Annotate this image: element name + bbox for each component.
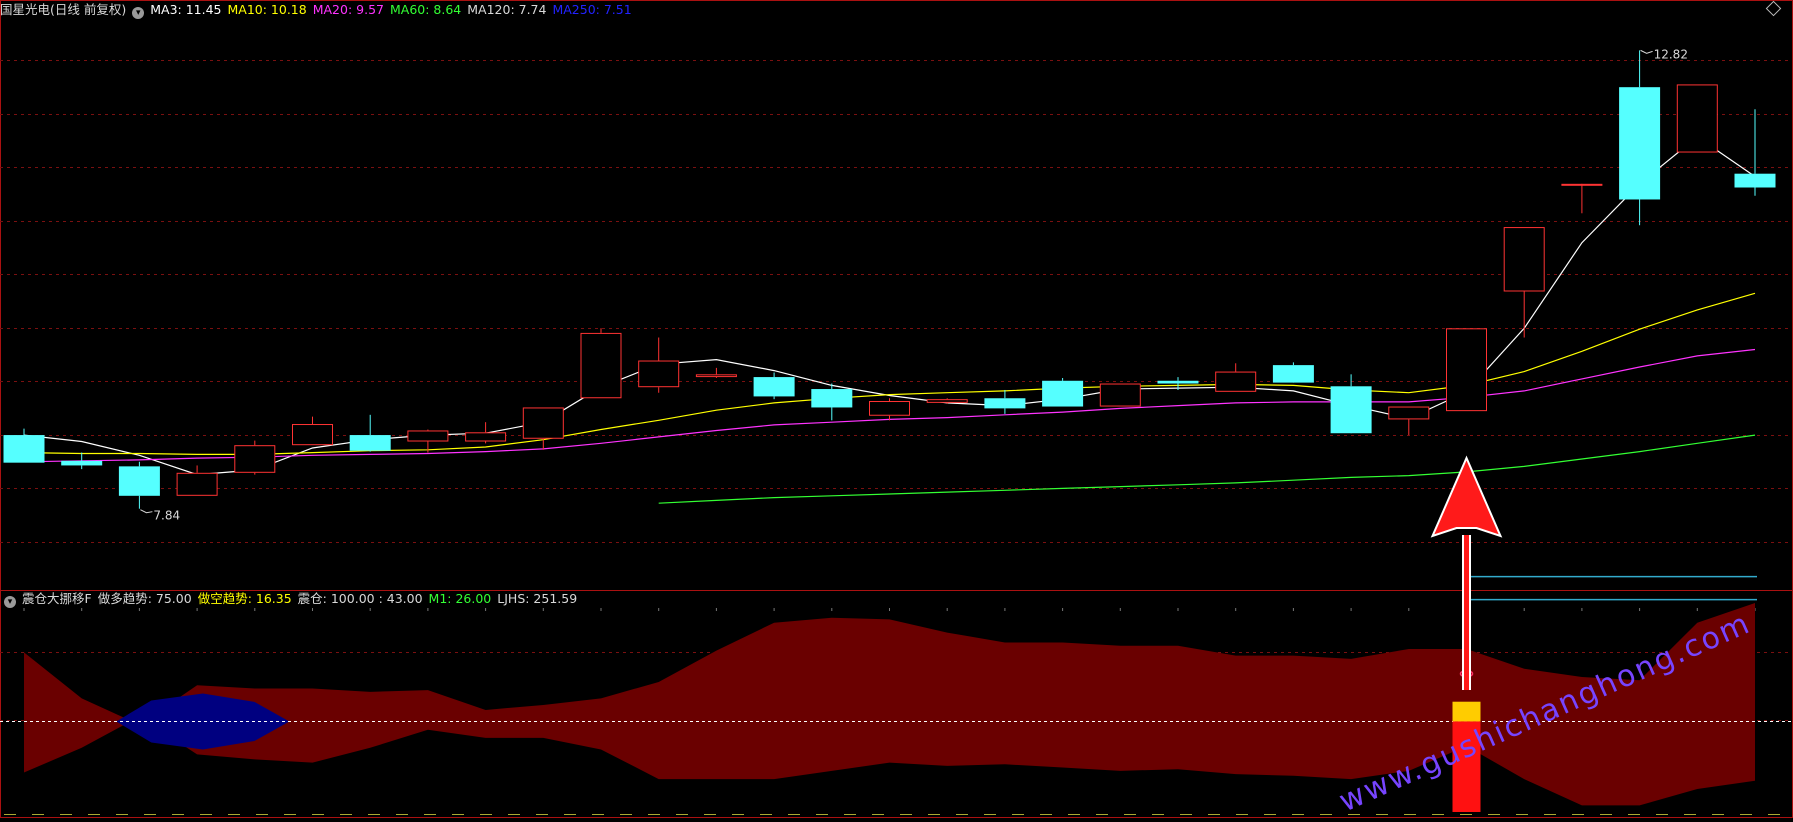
ma-line: [658, 434, 1756, 504]
ma-value-label: MA3: 11.45: [150, 2, 222, 17]
main-header: 国星光电(日线 前复权) ▾ MA3: 11.45 MA10: 10.18 MA20: …: [0, 0, 644, 20]
candle: [1619, 50, 1661, 226]
candle: [695, 367, 737, 379]
high-marker: [1640, 49, 1653, 54]
candle: [1561, 183, 1603, 214]
dropdown-circle-icon[interactable]: ▾: [4, 596, 16, 608]
candle: [580, 328, 622, 399]
low-price-label: 7.84: [153, 509, 180, 523]
sub-indicator: [0, 575, 1792, 815]
candle: [3, 428, 45, 463]
candle: [811, 383, 853, 421]
candlesticks: [3, 50, 1776, 509]
ma-value-label: MA120: 7.74: [467, 2, 547, 17]
kline-chart: 12.827.84www.gushichanghong.com: [0, 0, 1793, 819]
moving-average-lines: [23, 136, 1756, 504]
candle: [984, 389, 1026, 414]
ma-line: [23, 136, 1756, 476]
candle: [1503, 227, 1545, 338]
indicator-value-label: 做多趋势: 75.00: [97, 591, 192, 606]
candle: [465, 422, 507, 444]
high-price-label: 12.82: [1654, 47, 1688, 61]
candle: [1446, 328, 1487, 412]
candle: [292, 416, 333, 446]
indicator-value-label: LJHS: 251.59: [497, 591, 578, 606]
candle: [522, 407, 564, 450]
sub-indicator-list: 做多趋势: 75.00 做空趋势: 16.35 震仓: 100.00 : 43.00…: [98, 591, 583, 606]
ma-line: [23, 292, 1756, 455]
indicator-value-label: 做空趋势: 16.35: [197, 591, 292, 606]
indicator-value-label: 震仓: 100.00 : 43.00: [297, 591, 423, 606]
signal-bar-yellow: [1452, 701, 1481, 722]
candle: [926, 398, 968, 404]
candle: [234, 440, 276, 475]
candle: [1734, 109, 1776, 196]
candle: [61, 452, 103, 470]
low-marker: [140, 509, 153, 514]
stock-title: 国星光电(日线 前复权): [0, 2, 127, 17]
ma-value-label: MA20: 9.57: [312, 2, 384, 17]
ma-value-label: MA250: 7.51: [552, 2, 632, 17]
candle: [118, 461, 160, 509]
trend-band: [24, 602, 1755, 806]
candle: [1272, 362, 1314, 383]
dropdown-circle-icon[interactable]: ▾: [132, 7, 145, 19]
candle: [753, 372, 795, 400]
candle: [638, 337, 680, 393]
candle: [869, 398, 910, 421]
sub-header: ▾ 震仓大挪移F 做多趋势: 75.00 做空趋势: 16.35 震仓: 100.00 …: [4, 589, 589, 609]
ma-value-label: MA10: 10.18: [227, 2, 307, 17]
ma-indicator-list: MA3: 11.45 MA10: 10.18 MA20: 9.57 MA60: 8.6…: [150, 2, 637, 17]
indicator-value-label: M1: 26.00: [428, 591, 492, 606]
candle: [349, 414, 391, 452]
ma-value-label: MA60: 8.64: [389, 2, 462, 17]
chart-area: 12.82 7.84 www.gushichanghong.com 国星光电(日线 …: [0, 0, 1793, 819]
candle: [1388, 406, 1430, 436]
candle: [1215, 363, 1257, 392]
candle: [1330, 374, 1372, 434]
candle: [1099, 383, 1141, 407]
indicator-name: 震仓大挪移F: [22, 591, 92, 606]
candle: [1042, 378, 1084, 407]
candle: [1676, 84, 1718, 153]
